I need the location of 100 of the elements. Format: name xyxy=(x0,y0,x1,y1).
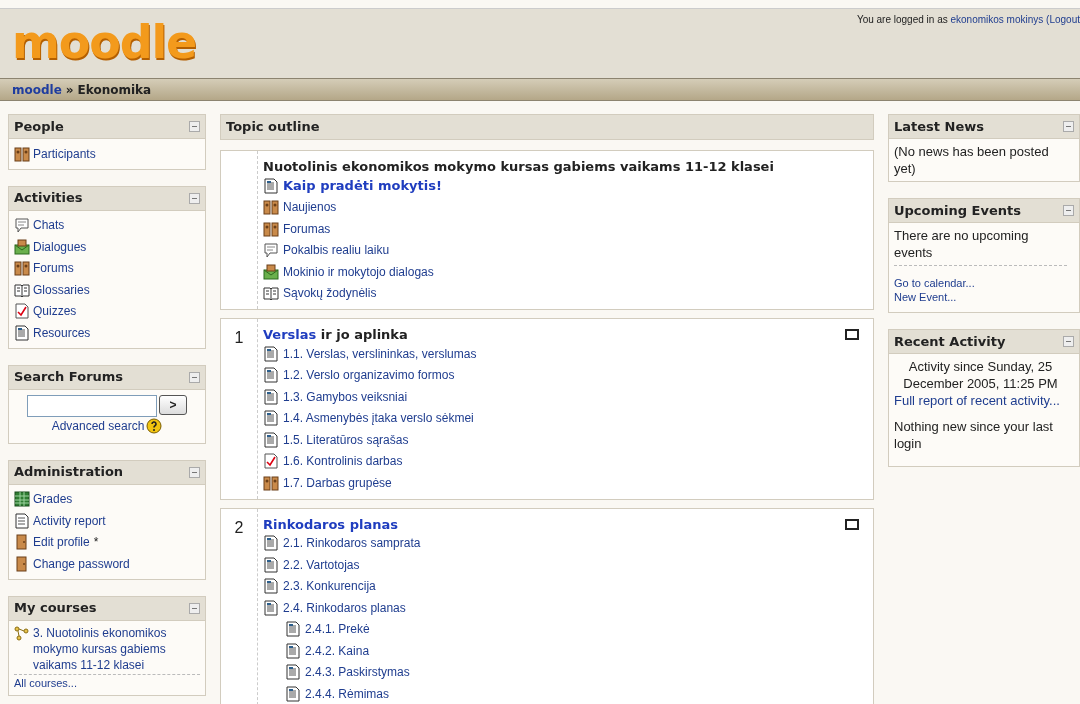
show-topic-icon[interactable] xyxy=(845,329,859,340)
course-link[interactable]: 3. Nuotolinis ekonomikos mokymo kursas gabiems vaikams 11-12 klasei xyxy=(33,624,200,673)
activity-link[interactable]: Mokinio ir mokytojo dialogas xyxy=(283,262,434,281)
activity-link[interactable]: 1.6. Kontrolinis darbas xyxy=(283,452,403,471)
connected-dots-icon xyxy=(14,624,30,641)
speech-bubble-icon xyxy=(263,242,279,259)
activity-since-text: Activity since Sunday, 25 December 2005, 11:25 PM xyxy=(902,358,1059,392)
block-title: Activities xyxy=(14,189,83,208)
activity-link[interactable]: 2.4.4. Rėmimas xyxy=(305,684,390,703)
document-icon xyxy=(263,177,279,194)
username-link[interactable]: ekonomikos mokinys xyxy=(950,14,1044,25)
document-icon xyxy=(263,599,279,616)
help-icon[interactable] xyxy=(146,417,163,434)
activity-link[interactable]: 2.4.1. Prekė xyxy=(305,620,370,639)
block-title: Upcoming Events xyxy=(894,201,1021,220)
block-text: There are no upcoming events xyxy=(894,227,1067,266)
all-courses-link[interactable]: All courses... xyxy=(14,674,200,691)
breadcrumb-separator: » xyxy=(65,81,74,99)
activity-link[interactable]: 2.2. Vartotojas xyxy=(283,555,360,574)
checkmark-page-icon xyxy=(14,303,30,320)
activity-link[interactable]: 1.7. Darbas grupėse xyxy=(283,473,392,492)
section-title: Nuotolinis ekonomikos mokymo kursas gabiems vaikams 11-12 klasei xyxy=(263,158,774,175)
collapse-icon[interactable] xyxy=(189,466,200,478)
sidebar-link[interactable]: Resources xyxy=(33,323,91,342)
document-icon xyxy=(14,512,30,529)
block-title: Search Forums xyxy=(14,368,124,387)
activity-link[interactable]: 2.4.2. Kaina xyxy=(305,641,370,660)
activity-link[interactable]: 1.1. Verslas, verslininkas, verslumas xyxy=(283,344,477,363)
people-icon xyxy=(14,145,30,162)
document-icon xyxy=(263,431,279,448)
calendar-link[interactable]: New Event... xyxy=(894,290,1067,304)
activity-link[interactable]: 1.5. Literatūros sąrašas xyxy=(283,430,409,449)
section-title: ir jo aplinka xyxy=(319,326,408,343)
block-title: Administration xyxy=(14,463,124,482)
section-title-link[interactable]: Verslas xyxy=(263,325,317,343)
sidebar-link[interactable]: Dialogues xyxy=(33,237,87,256)
sidebar-link[interactable]: Quizzes xyxy=(33,302,77,321)
people-icon xyxy=(14,260,30,277)
sidebar-link[interactable]: Glossaries xyxy=(33,280,90,299)
activity-link[interactable]: 1.2. Verslo organizavimo formos xyxy=(283,366,455,385)
collapse-icon[interactable] xyxy=(189,602,200,614)
activity-link[interactable]: 2.4.3. Paskirstymas xyxy=(305,663,410,682)
activity-link[interactable]: Naujienos xyxy=(283,198,337,217)
breadcrumb-link[interactable]: moodle xyxy=(12,80,62,99)
activity-link[interactable]: 1.3. Gamybos veiksniai xyxy=(283,387,408,406)
document-icon xyxy=(263,556,279,573)
activity-link[interactable]: 2.1. Rinkodaros samprata xyxy=(283,534,421,553)
show-topic-icon[interactable] xyxy=(845,518,859,530)
sidebar-link[interactable]: Chats xyxy=(33,216,65,235)
sidebar-link[interactable]: Activity report xyxy=(33,511,106,530)
sidebar-link[interactable]: Forums xyxy=(33,259,74,278)
block-title: My courses xyxy=(14,599,97,618)
door-icon xyxy=(14,534,30,551)
collapse-icon[interactable] xyxy=(1063,121,1074,132)
book-icon xyxy=(14,281,30,298)
document-icon xyxy=(263,578,279,595)
people-icon xyxy=(263,199,279,216)
people-icon xyxy=(263,220,279,237)
document-icon xyxy=(263,367,279,384)
sidebar-link[interactable]: Participants xyxy=(33,144,96,163)
advanced-search-link[interactable]: Advanced search xyxy=(51,416,145,435)
activity-link[interactable]: Forumas xyxy=(283,219,331,238)
activity-link[interactable]: Pokalbis realiu laiku xyxy=(283,241,390,260)
search-field[interactable] xyxy=(27,394,157,417)
required-mark: * xyxy=(93,534,99,552)
collapse-icon[interactable] xyxy=(189,192,200,204)
collapse-icon[interactable] xyxy=(1063,205,1074,216)
spreadsheet-icon xyxy=(14,491,30,508)
people-icon xyxy=(263,474,279,491)
sidebar-link[interactable]: Edit profile xyxy=(33,533,90,552)
sidebar-link[interactable]: Grades xyxy=(33,490,73,509)
document-icon xyxy=(263,535,279,552)
document-icon xyxy=(14,324,30,341)
envelope-icon xyxy=(14,238,30,255)
logout-link[interactable]: (Logout xyxy=(1046,14,1080,25)
collapse-icon[interactable] xyxy=(189,121,200,132)
full-report-link[interactable]: Full report of recent activity... xyxy=(894,392,1075,409)
activity-link[interactable]: 2.3. Konkurencija xyxy=(283,577,376,596)
search-button[interactable]: > xyxy=(159,394,187,415)
block-text: (No news has been posted yet) xyxy=(894,143,1050,177)
document-icon xyxy=(263,388,279,405)
activity-link[interactable]: Sąvokų žodynėlis xyxy=(283,284,377,303)
section-number: 2 xyxy=(234,518,244,536)
activity-link[interactable]: 1.4. Asmenybės įtaka verslo sėkmei xyxy=(283,409,474,428)
calendar-link[interactable]: Go to calendar... xyxy=(894,276,1067,290)
block-title: Recent Activity xyxy=(894,332,1006,351)
document-icon xyxy=(285,642,301,659)
activity-link[interactable]: Kaip pradėti mokytis! xyxy=(283,176,442,196)
logo: moodle xyxy=(11,14,197,71)
collapse-icon[interactable] xyxy=(1063,336,1074,347)
block-title: Latest News xyxy=(894,117,984,136)
document-icon xyxy=(285,664,301,681)
collapse-icon[interactable] xyxy=(189,371,200,383)
envelope-icon xyxy=(263,263,279,280)
section-title-link[interactable]: Rinkodaros planas xyxy=(263,514,398,533)
activity-link[interactable]: 2.4. Rinkodaros planas xyxy=(283,598,406,617)
section-number: 1 xyxy=(234,329,244,346)
sidebar-link[interactable]: Change password xyxy=(33,554,130,573)
document-icon xyxy=(263,345,279,362)
block-title: People xyxy=(14,117,64,136)
